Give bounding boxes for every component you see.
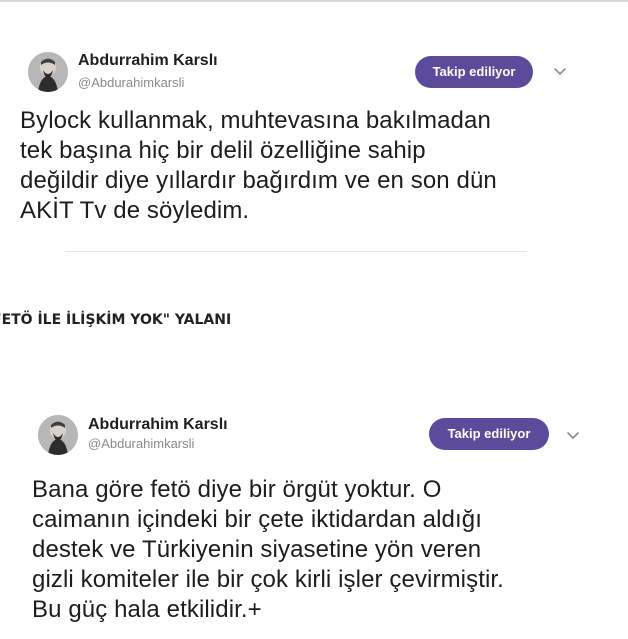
section-heading: FETÖ İLE İLİŞKİM YOK" YALANI	[0, 312, 232, 328]
tweet-text-line: Bylock kullanmak, muhtevasına bakılmadan	[20, 107, 491, 134]
tweet-text-line: Bu güç hala etkilidir.+	[32, 596, 262, 623]
tweet-text-line: destek ve Türkiyenin siyasetine yön vere…	[32, 536, 482, 563]
chevron-down-icon[interactable]	[553, 67, 567, 77]
author-name[interactable]: Abdurrahim Karslı	[78, 51, 218, 71]
tweet-text-line: Bana göre fetö diye bir örgüt yoktur. O	[32, 476, 442, 503]
tweet-text-line: tek başına hiç bir delil özelliğine sahi…	[20, 137, 426, 164]
tweet-text: Bana göre fetö diye bir örgüt yoktur. O …	[32, 475, 602, 625]
author-name[interactable]: Abdurrahim Karslı	[88, 415, 228, 435]
follow-button[interactable]: Takip ediliyor	[415, 56, 533, 88]
tweet-text-line: caimanın içindeki bir çete iktidardan al…	[32, 506, 482, 533]
author-handle[interactable]: @Abdurahimkarsli	[88, 436, 194, 452]
avatar[interactable]	[38, 415, 78, 455]
author-handle[interactable]: @Abdurahimkarsli	[78, 75, 184, 91]
tweet-text-line: AKİT Tv de söyledim.	[20, 197, 250, 224]
tweet-text: Bylock kullanmak, muhtevasına bakılmadan…	[20, 106, 590, 226]
tweet-text-line: gizli komiteler ile bir çok kirli işler …	[32, 566, 504, 593]
tweet-card: Abdurrahim Karslı @Abdurahimkarsli Takip…	[18, 42, 593, 257]
tweet-card: Abdurrahim Karslı @Abdurahimkarsli Takip…	[30, 407, 610, 639]
divider	[65, 251, 527, 252]
follow-button[interactable]: Takip ediliyor	[429, 418, 549, 450]
chevron-down-icon[interactable]	[566, 431, 580, 441]
top-border	[0, 0, 628, 2]
avatar[interactable]	[28, 52, 68, 92]
tweet-text-line: değildir diye yıllardır bağırdım ve en s…	[20, 167, 497, 194]
